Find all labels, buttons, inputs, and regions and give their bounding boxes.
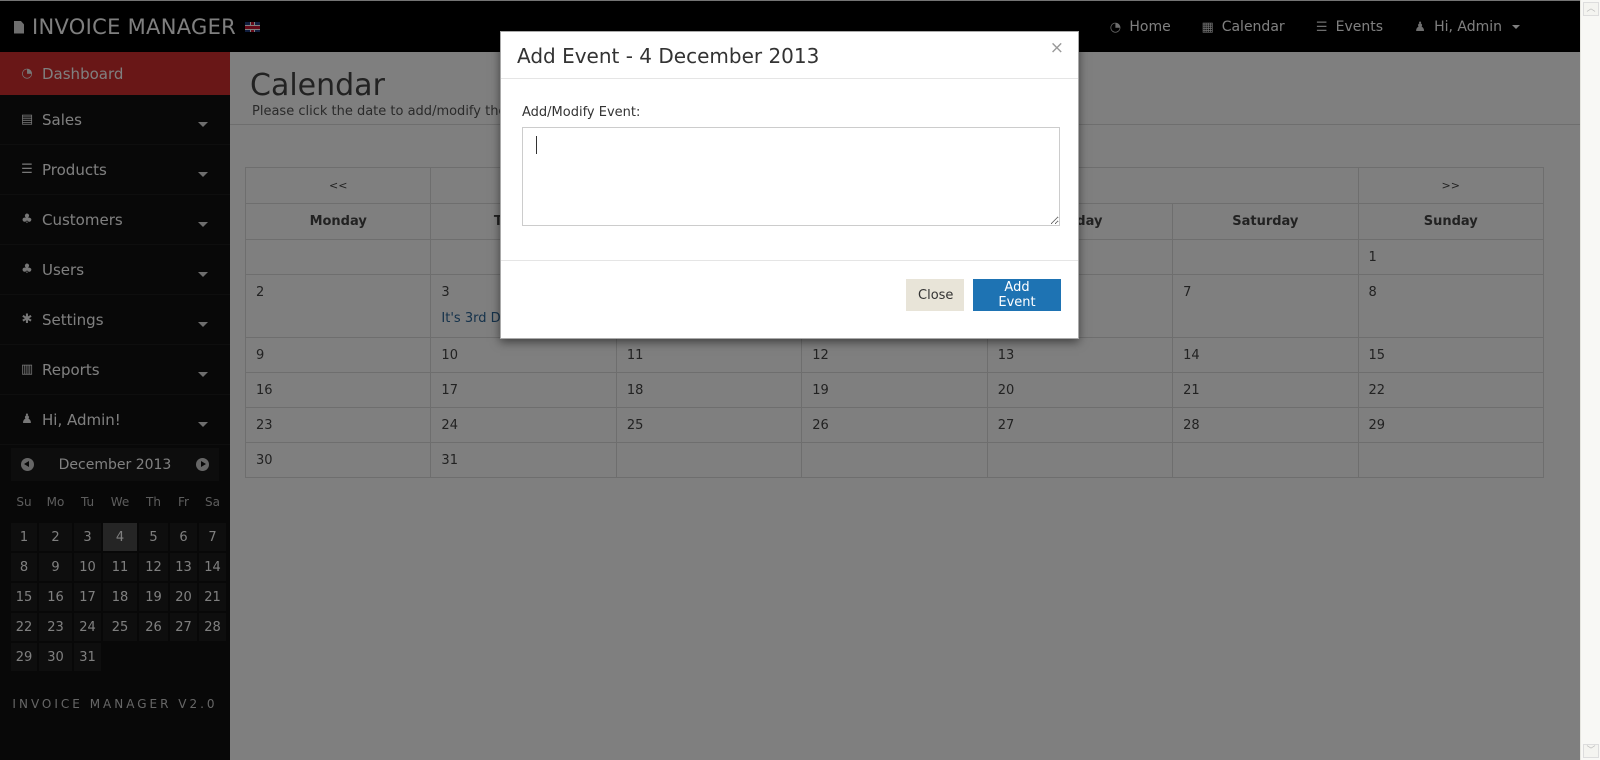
modal-body: Add/Modify Event: [501, 79, 1078, 261]
modal-header: Add Event - 4 December 2013 × [501, 32, 1078, 79]
modal-title: Add Event - 4 December 2013 [517, 44, 820, 68]
scroll-down-icon[interactable]: ﹀ [1583, 744, 1599, 758]
close-button[interactable]: Close [906, 279, 964, 311]
add-event-modal: Add Event - 4 December 2013 × Add/Modify… [500, 31, 1079, 339]
modal-footer: Close Add Event [501, 261, 1078, 339]
event-field-label: Add/Modify Event: [522, 105, 641, 120]
scroll-up-icon[interactable]: ︿ [1583, 2, 1599, 16]
scrollbar[interactable]: ︿ ﹀ [1580, 0, 1600, 760]
add-event-button[interactable]: Add Event [973, 279, 1061, 311]
text-cursor [536, 136, 537, 154]
event-textarea[interactable] [522, 127, 1060, 226]
close-icon[interactable]: × [1050, 38, 1064, 58]
